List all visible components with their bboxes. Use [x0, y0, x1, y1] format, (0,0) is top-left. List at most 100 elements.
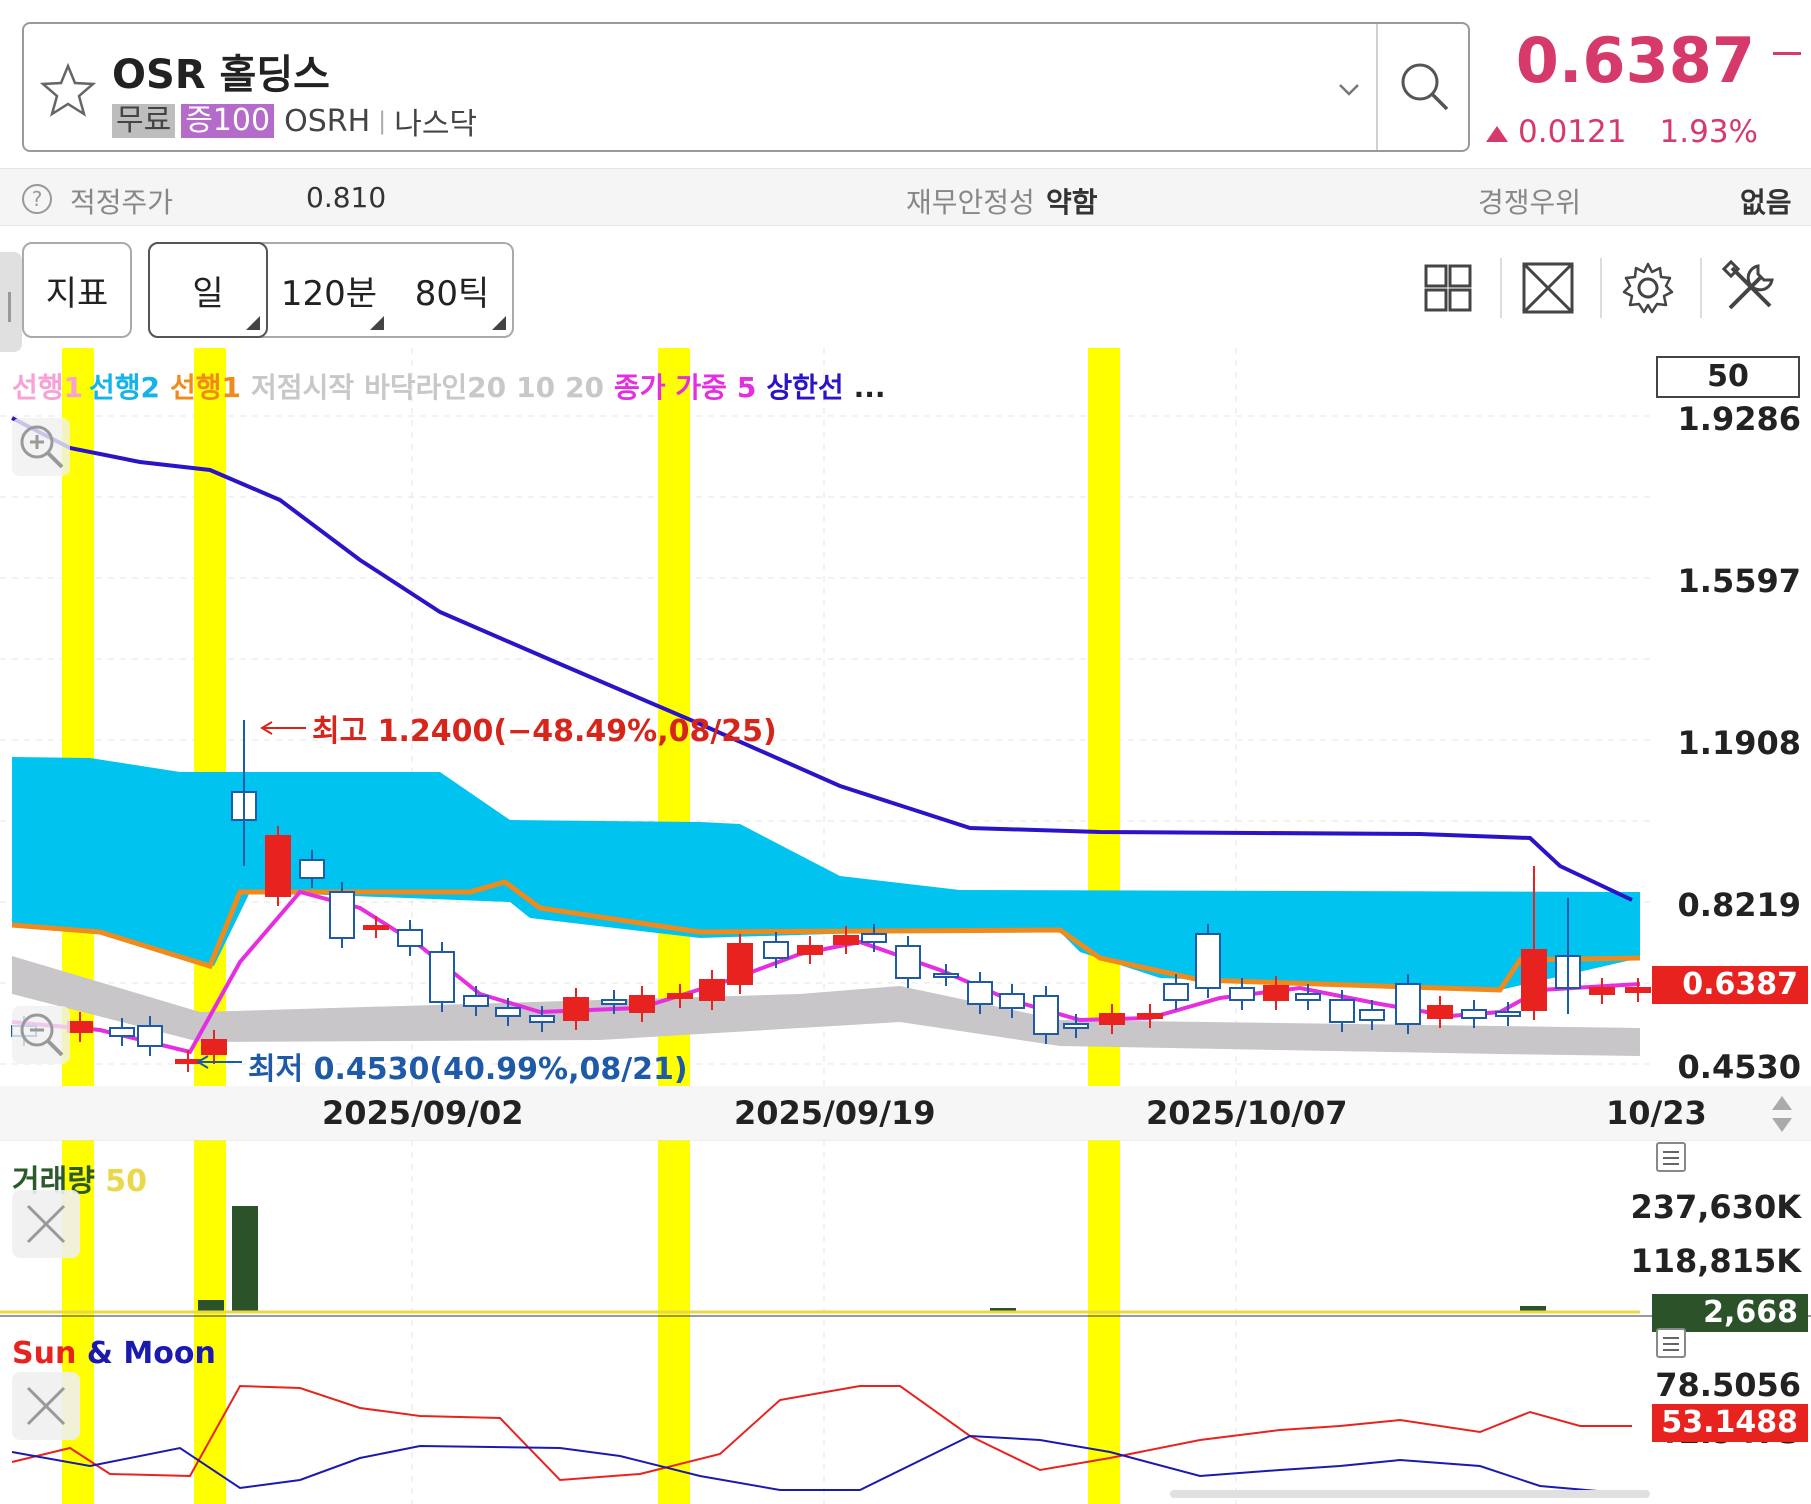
- y-axis-label: 0.4530: [1677, 1048, 1801, 1086]
- period-day-label: 일: [192, 273, 224, 314]
- indicator-button[interactable]: 지표: [22, 242, 132, 338]
- legend-lead1: 선행1: [12, 371, 84, 404]
- candle-body: [529, 1015, 555, 1023]
- period-120min-label: 120분: [280, 273, 378, 314]
- valuation-info-bar: ? 적정주가 0.810 재무안정성 약함 경쟁우위 없음: [0, 168, 1811, 226]
- period-80tick-button[interactable]: 80틱: [392, 244, 512, 336]
- tools-icon[interactable]: [1720, 258, 1780, 318]
- legend-floor-line: 바닥라인20: [364, 371, 507, 404]
- stability-value: 약함: [1046, 186, 1098, 219]
- stock-name: OSR 홀딩스: [112, 52, 330, 98]
- candle-body: [1229, 987, 1255, 1001]
- toolbar-divider: [1700, 258, 1702, 318]
- candle-body: [363, 925, 389, 930]
- close-icon: [26, 1204, 66, 1244]
- volume-y-label: 118,815K: [1630, 1242, 1801, 1280]
- gear-icon[interactable]: [1618, 258, 1678, 318]
- close-icon: [26, 1386, 66, 1426]
- price-chart-canvas[interactable]: [0, 348, 1811, 1504]
- amp-title: &: [86, 1336, 113, 1371]
- indicator-legend[interactable]: 선행1 선행2 선행1 저점시작 바닥라인20 10 20 종가 가중 5 상한선...: [12, 366, 896, 406]
- competitive-label: 경쟁우위: [1478, 186, 1582, 219]
- app-root: OSR 홀딩스 무료 증100 OSRH | 나스닥 0.6387 0.0121…: [0, 0, 1811, 1504]
- date-label: 2025/09/19: [734, 1094, 936, 1132]
- period-120min-button[interactable]: 120분: [268, 244, 390, 336]
- candle-body: [1163, 983, 1189, 1001]
- y-axis-label: 1.5597: [1677, 562, 1801, 600]
- volume-panel-menu-button[interactable]: [1656, 1142, 1686, 1172]
- corner-indicator: [492, 316, 506, 330]
- volume-y-label: 237,630K: [1630, 1188, 1801, 1226]
- moon-title: Moon: [123, 1336, 216, 1371]
- candle-body: [1137, 1013, 1163, 1019]
- y-axis-label: 0.8219: [1677, 886, 1801, 924]
- legend-param2: 20: [565, 371, 605, 404]
- period-80tick-label: 80틱: [414, 273, 490, 314]
- help-icon[interactable]: ?: [22, 184, 52, 214]
- candle-body: [667, 993, 693, 999]
- search-icon: [1401, 63, 1449, 111]
- candle-body: [1063, 1023, 1089, 1029]
- sunmoon-panel-menu-button[interactable]: [1656, 1328, 1686, 1358]
- toolbar-divider: [1600, 258, 1602, 318]
- grid-layout-icon[interactable]: [1418, 258, 1478, 318]
- volume-bar: [232, 1206, 258, 1312]
- candle-body: [1495, 1011, 1521, 1017]
- candle-body: [1461, 1009, 1487, 1019]
- horizontal-scrollbar: [1170, 1490, 1650, 1498]
- market-name: 나스닥: [394, 107, 478, 142]
- volume-period: 50: [105, 1164, 148, 1199]
- candle-body: [1295, 993, 1321, 1001]
- indicator-label: 지표: [45, 273, 109, 314]
- price-change-pct: 1.93%: [1659, 114, 1758, 150]
- candle-body: [109, 1027, 135, 1037]
- candle-body: [1329, 999, 1355, 1023]
- candle-body: [999, 993, 1025, 1009]
- high-annotation: 최고 1.2400(−48.49%,08/25): [312, 714, 777, 749]
- stability-label: 재무안정성: [906, 186, 1035, 219]
- date-label: 2025/10/07: [1146, 1094, 1348, 1132]
- free-tag: 무료: [112, 104, 176, 138]
- legend-more[interactable]: ...: [854, 371, 886, 404]
- scroll-arrows-icon[interactable]: [1770, 1094, 1794, 1134]
- candle-body: [265, 835, 291, 897]
- close-sunmoon-panel-button[interactable]: [12, 1372, 80, 1440]
- corner-indicator: [246, 316, 260, 330]
- candle-body: [933, 973, 959, 978]
- search-divider: [1376, 24, 1378, 150]
- y-axis-label: 1.9286: [1677, 400, 1801, 438]
- side-drawer-handle[interactable]: [0, 252, 22, 352]
- stock-search-box[interactable]: OSR 홀딩스 무료 증100 OSRH | 나스닥: [22, 22, 1470, 152]
- moon-line: [11, 1434, 1633, 1495]
- candle-body: [201, 1039, 227, 1055]
- zoom-out-icon[interactable]: [12, 1006, 70, 1064]
- candle-body: [1033, 995, 1059, 1035]
- current-price: 0.6387: [1515, 24, 1755, 97]
- ticker-symbol: OSRH: [284, 103, 371, 139]
- y-axis-label: 1.1908: [1677, 724, 1801, 762]
- sunmoon-current-tag: 53.1488: [1652, 1404, 1808, 1442]
- legend-close-weighted: 종가 가중: [614, 371, 727, 404]
- period-day-button[interactable]: 일: [148, 242, 268, 338]
- current-price-tag: 0.6387: [1652, 966, 1808, 1004]
- sun-line: [11, 1384, 1632, 1482]
- candle-body: [1263, 985, 1289, 1001]
- expand-icon[interactable]: [1518, 258, 1578, 318]
- candle-body: [1427, 1005, 1453, 1019]
- stock-tags: 무료 증100 OSRH | 나스닥: [112, 103, 477, 142]
- legend-lead1b: 선행1: [170, 371, 242, 404]
- date-label: 10/23: [1606, 1094, 1707, 1132]
- sunmoon-panel-title: Sun & Moon: [12, 1336, 216, 1371]
- volume-bar: [198, 1300, 224, 1312]
- candle-body: [429, 951, 455, 1003]
- close-volume-panel-button[interactable]: [12, 1190, 80, 1258]
- chevron-down-icon[interactable]: [1334, 74, 1364, 104]
- fair-price-value: 0.810: [306, 181, 387, 214]
- period-count-box[interactable]: 50: [1656, 356, 1800, 398]
- star-icon[interactable]: [38, 60, 98, 120]
- search-button[interactable]: [1384, 34, 1466, 140]
- fair-price-label: 적정주가: [70, 186, 174, 219]
- margin-tag: 증100: [181, 104, 275, 138]
- zoom-in-icon[interactable]: [12, 418, 70, 476]
- volume-current-tag: 2,668: [1652, 1294, 1808, 1332]
